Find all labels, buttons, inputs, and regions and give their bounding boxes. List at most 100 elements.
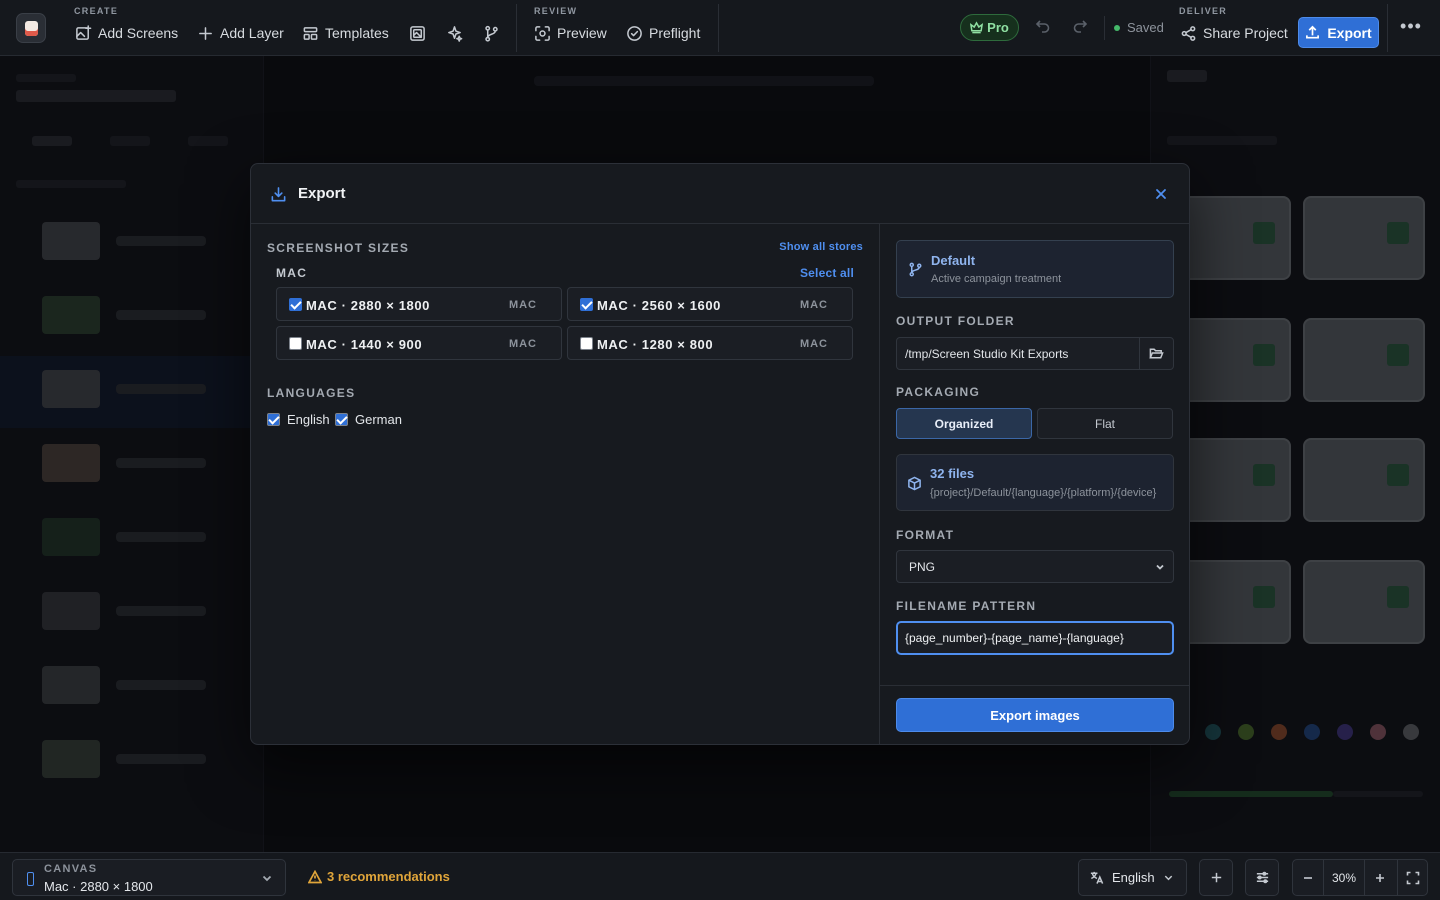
screenshot-sizes-label: SCREENSHOT SIZES [267, 241, 410, 255]
show-all-stores-link[interactable]: Show all stores [779, 241, 863, 253]
export-images-button[interactable]: Export images [896, 698, 1174, 732]
dialog-title: Export [298, 185, 346, 202]
add-language-button[interactable] [1199, 859, 1233, 896]
browse-folder-button[interactable] [1139, 337, 1174, 370]
close-button[interactable] [1153, 186, 1169, 202]
branch-icon [909, 262, 922, 277]
canvas-value: Mac · 2880 × 1800 [44, 879, 153, 894]
size-option-2880x1800[interactable]: MAC · 2880 × 1800 MAC [276, 287, 562, 321]
recommendations-link[interactable]: 3 recommendations [308, 869, 450, 884]
recommendations-label: 3 recommendations [327, 869, 450, 884]
size-checkbox[interactable] [580, 337, 593, 350]
undo-button[interactable] [1035, 18, 1055, 38]
packaging-flat-option[interactable]: Flat [1037, 408, 1173, 439]
magic-button[interactable] [446, 20, 463, 46]
chevron-down-icon [1164, 875, 1172, 881]
pro-badge[interactable]: Pro [960, 14, 1019, 41]
size-option-1440x900[interactable]: MAC · 1440 × 900 MAC [276, 326, 562, 360]
language-checkbox[interactable] [267, 413, 280, 426]
dialog-header: Export [251, 164, 1189, 224]
add-screens-label: Add Screens [98, 25, 179, 41]
files-summary: 32 files {project}/Default/{language}/{p… [896, 454, 1174, 511]
templates-button[interactable]: Templates [302, 20, 389, 46]
templates-label: Templates [325, 25, 389, 41]
branch-button[interactable] [483, 20, 500, 46]
size-option-1280x800[interactable]: MAC · 1280 × 800 MAC [567, 326, 853, 360]
languages-label: LANGUAGES [267, 386, 356, 400]
campaign-selector[interactable]: Default Active campaign treatment [896, 240, 1174, 298]
chevron-down-icon [262, 875, 272, 882]
export-label: Export [1327, 24, 1372, 41]
zoom-in-button[interactable] [1365, 860, 1395, 895]
redo-button[interactable] [1072, 18, 1092, 38]
size-checkbox[interactable] [580, 298, 593, 311]
crown-icon [970, 21, 984, 34]
toolbar-divider [516, 4, 517, 52]
preflight-button[interactable]: Preflight [626, 20, 700, 46]
gallery-icon [410, 25, 425, 41]
size-label: MAC · 1280 × 800 [597, 337, 714, 352]
format-select[interactable]: PNG [896, 550, 1174, 583]
canvas-label: CANVAS [44, 863, 98, 875]
export-button[interactable]: Export [1298, 17, 1379, 48]
app-logo[interactable] [16, 13, 46, 43]
templates-icon [303, 26, 318, 40]
canvas-settings-button[interactable] [1245, 859, 1279, 896]
language-option-english[interactable]: English [267, 412, 330, 427]
add-layer-label: Add Layer [220, 25, 284, 41]
language-option-label: German [355, 412, 402, 427]
add-layer-button[interactable]: Add Layer [197, 20, 284, 46]
warning-icon [308, 869, 322, 883]
output-folder-label: OUTPUT FOLDER [896, 314, 1015, 328]
language-option-german[interactable]: German [335, 412, 402, 427]
campaign-title: Default [931, 253, 976, 268]
size-label: MAC · 2880 × 1800 [306, 298, 431, 313]
toolbar-divider [718, 4, 719, 52]
share-project-label: Share Project [1203, 25, 1288, 41]
toolbar-divider [1104, 16, 1105, 40]
more-menu-button[interactable]: ••• [1399, 17, 1423, 38]
output-folder-input[interactable] [896, 337, 1140, 370]
package-icon [908, 476, 921, 491]
size-checkbox[interactable] [289, 337, 302, 350]
bottom-bar: CANVAS Mac · 2880 × 1800 3 recommendatio… [0, 852, 1440, 900]
add-screens-button[interactable]: Add Screens [75, 20, 178, 46]
size-option-2560x1600[interactable]: MAC · 2560 × 1600 MAC [567, 287, 853, 321]
platform-label: MAC [276, 266, 308, 280]
select-all-link[interactable]: Select all [800, 266, 854, 280]
language-option-label: English [287, 412, 330, 427]
close-icon [1156, 189, 1166, 199]
packaging-label: PACKAGING [896, 385, 981, 399]
plus-icon [1211, 872, 1221, 883]
gallery-button[interactable] [409, 20, 426, 46]
language-select[interactable]: English [1078, 859, 1187, 896]
review-group-label: REVIEW [534, 6, 578, 16]
saved-label: Saved [1127, 20, 1164, 35]
top-toolbar: CREATE Add Screens Add Layer Templates R… [0, 0, 1440, 56]
zoom-out-button[interactable] [1293, 860, 1323, 895]
create-group-label: CREATE [74, 6, 119, 16]
minus-icon [1304, 876, 1312, 879]
preview-icon [535, 25, 550, 41]
fit-screen-button[interactable] [1397, 860, 1427, 895]
language-checkbox[interactable] [335, 413, 348, 426]
export-dialog: Export SCREENSHOT SIZES Show all stores … [250, 163, 1190, 745]
preview-button[interactable]: Preview [534, 20, 607, 46]
size-tag: MAC [508, 299, 537, 311]
share-project-button[interactable]: Share Project [1180, 20, 1288, 46]
sparkle-icon [448, 25, 463, 42]
deliver-group-label: DELIVER [1179, 6, 1228, 16]
files-count: 32 files [930, 466, 975, 481]
size-checkbox[interactable] [289, 298, 302, 311]
language-label: English [1112, 870, 1155, 885]
sliders-icon [1256, 871, 1268, 884]
canvas-device-select[interactable]: CANVAS Mac · 2880 × 1800 [12, 859, 286, 896]
format-value: PNG [909, 559, 936, 574]
check-circle-icon [627, 25, 642, 41]
export-options-right: Default Active campaign treatment OUTPUT… [879, 224, 1189, 744]
filename-pattern-input[interactable] [896, 621, 1174, 655]
toolbar-divider [1387, 4, 1388, 52]
device-icon [27, 872, 34, 886]
add-image-icon [76, 24, 92, 40]
packaging-organized-option[interactable]: Organized [896, 408, 1032, 439]
